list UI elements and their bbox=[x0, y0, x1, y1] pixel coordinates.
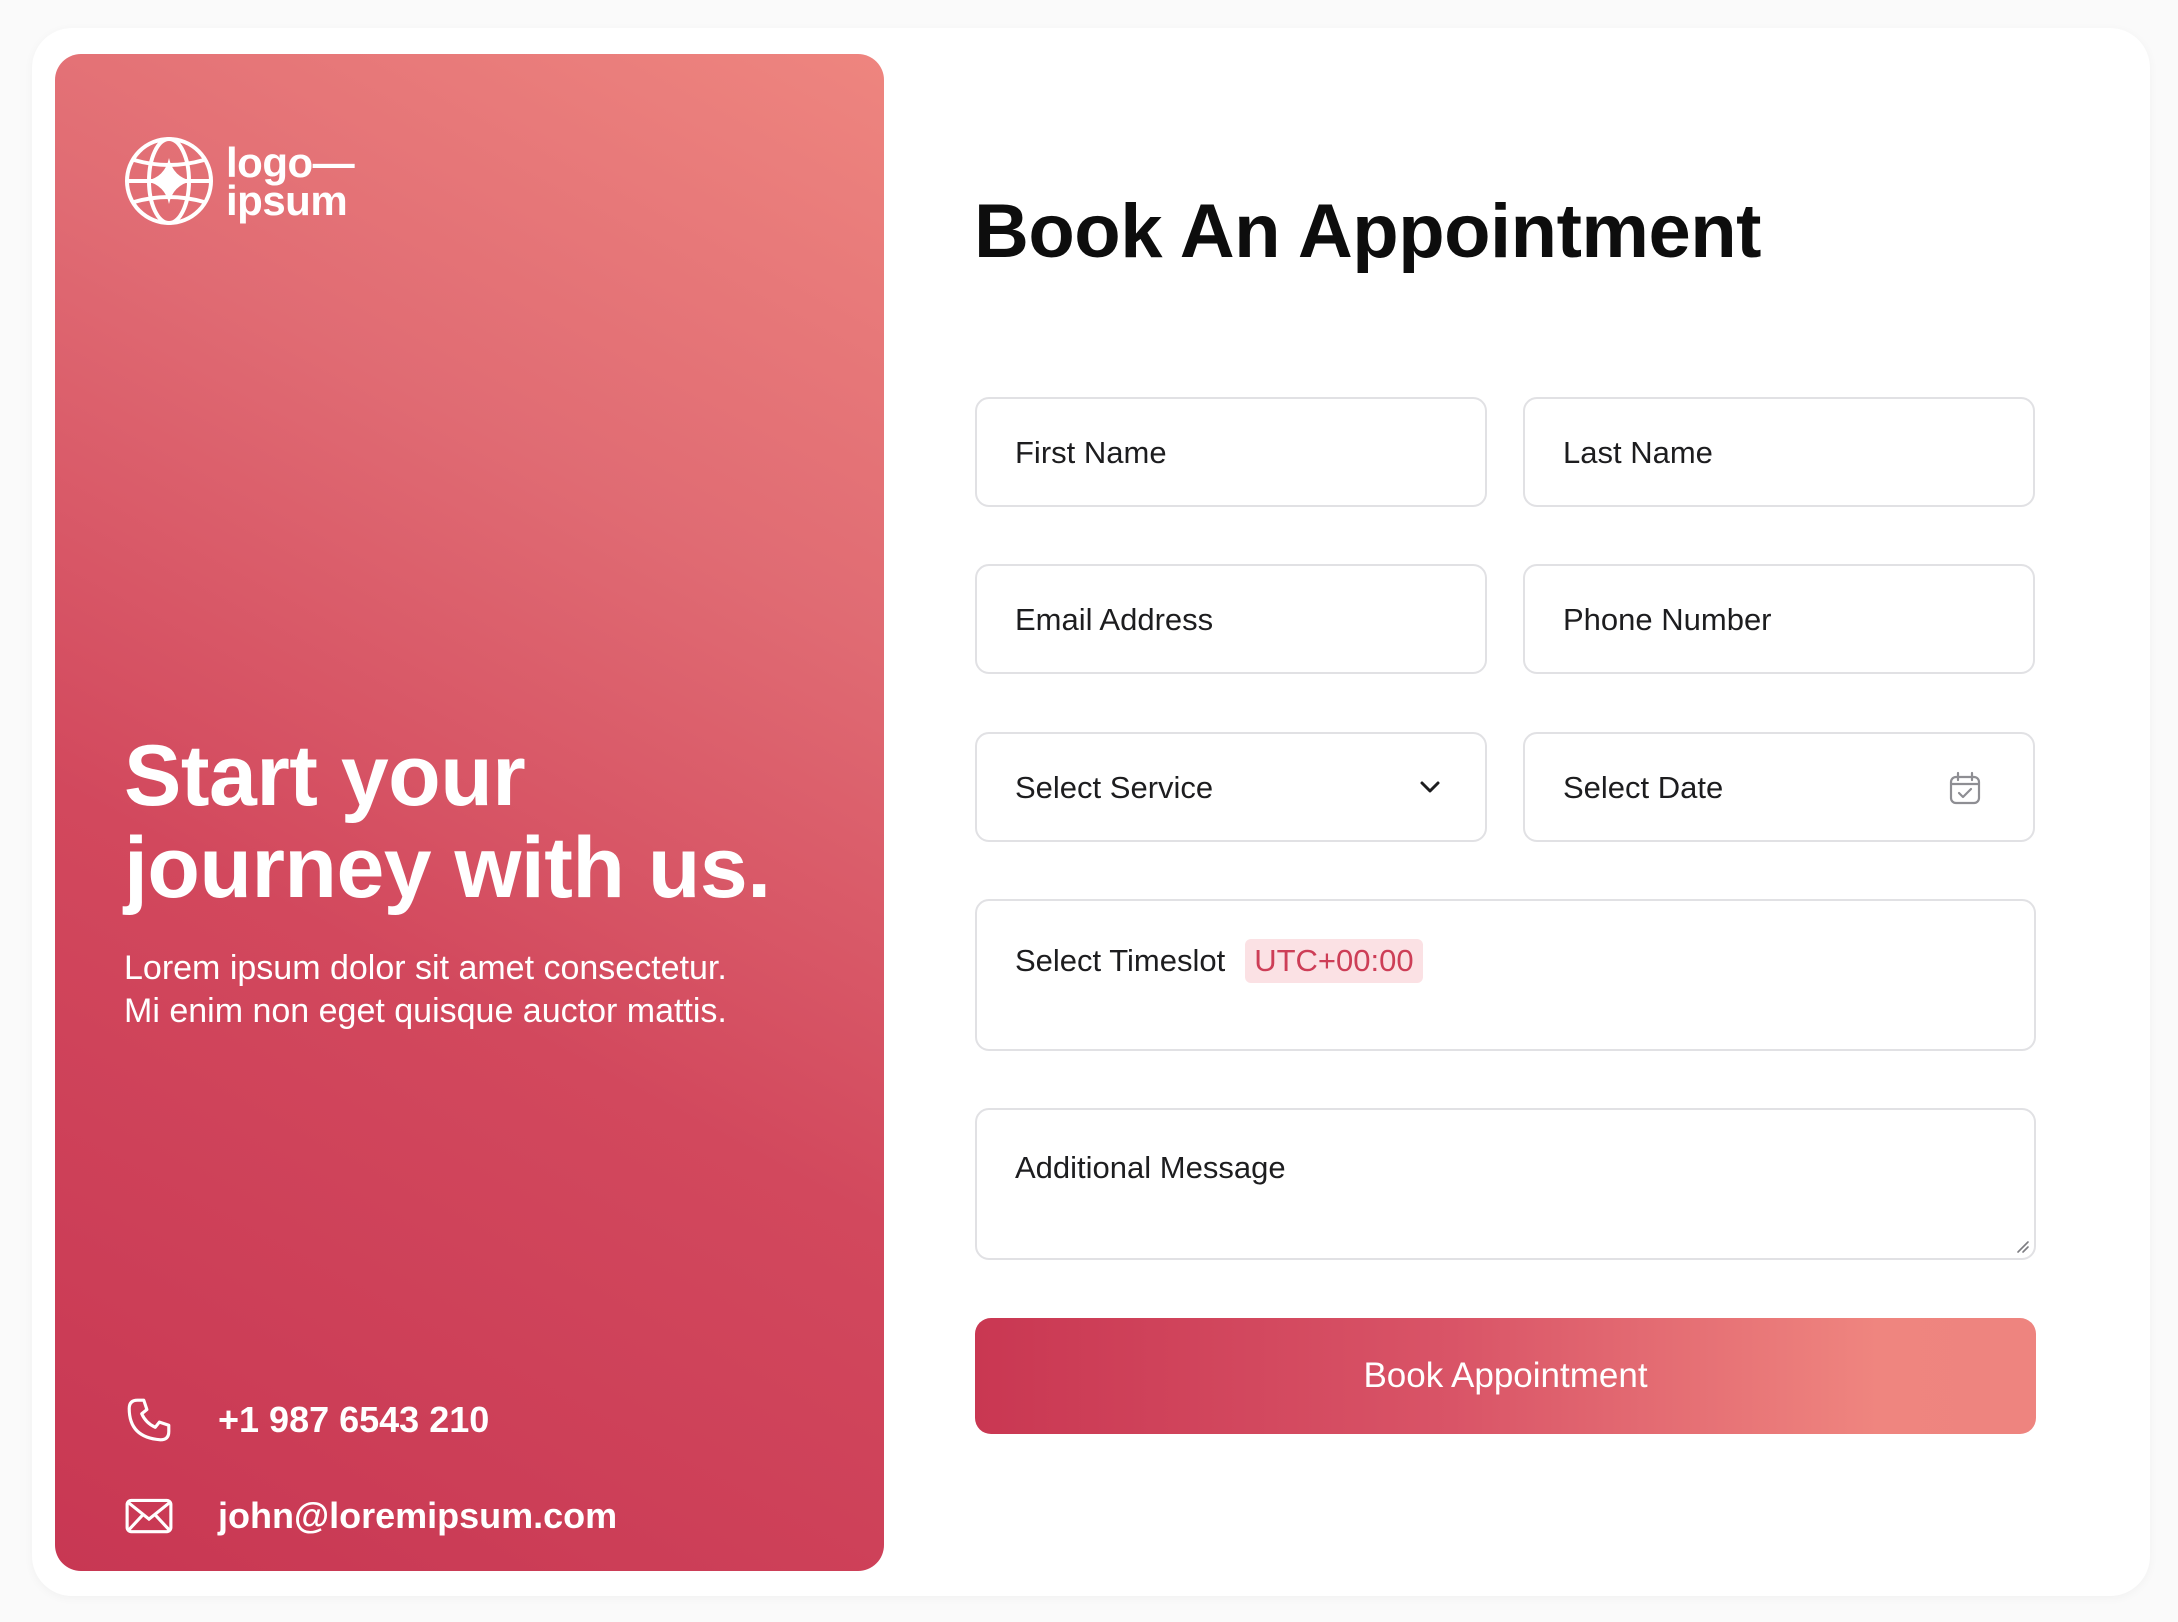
hero-subtext: Lorem ipsum dolor sit amet consectetur. … bbox=[124, 947, 844, 1033]
first-name-field[interactable]: First Name bbox=[975, 397, 1487, 507]
first-name-placeholder: First Name bbox=[1015, 435, 1167, 470]
service-select[interactable]: Select Service bbox=[975, 732, 1487, 842]
timeslot-label: Select Timeslot UTC+00:00 bbox=[1015, 939, 1423, 983]
calendar-icon[interactable] bbox=[1947, 770, 1983, 806]
date-picker[interactable]: Select Date bbox=[1523, 732, 2035, 842]
hero-subtext-line-2: Mi enim non eget quisque auctor mattis. bbox=[124, 992, 727, 1030]
phone-placeholder: Phone Number bbox=[1563, 602, 1772, 637]
mail-icon bbox=[125, 1498, 173, 1534]
service-placeholder: Select Service bbox=[1015, 770, 1214, 805]
date-placeholder: Select Date bbox=[1563, 770, 1724, 805]
form-title: Book An Appointment bbox=[974, 189, 1761, 274]
book-appointment-button[interactable]: Book Appointment bbox=[975, 1318, 2036, 1434]
email-field[interactable]: Email Address bbox=[975, 564, 1487, 674]
last-name-placeholder: Last Name bbox=[1563, 435, 1713, 470]
phone-icon bbox=[127, 1398, 171, 1442]
resize-handle-icon[interactable] bbox=[2014, 1238, 2030, 1254]
timeslot-placeholder: Select Timeslot bbox=[1015, 943, 1226, 978]
email-placeholder: Email Address bbox=[1015, 602, 1214, 637]
contact-phone[interactable]: +1 987 6543 210 bbox=[124, 1394, 489, 1446]
last-name-field[interactable]: Last Name bbox=[1523, 397, 2035, 507]
timezone-badge: UTC+00:00 bbox=[1245, 939, 1423, 983]
logo-line-2: ipsum bbox=[226, 177, 348, 224]
timeslot-field[interactable]: Select Timeslot UTC+00:00 bbox=[975, 899, 2036, 1051]
message-placeholder: Additional Message bbox=[1015, 1150, 1286, 1185]
logo-wordmark: logo— ipsum bbox=[226, 142, 355, 224]
globe-sparkle-icon bbox=[125, 137, 213, 225]
contact-email[interactable]: john@loremipsum.com bbox=[124, 1490, 617, 1542]
hero-subtext-line-1: Lorem ipsum dolor sit amet consectetur. bbox=[124, 949, 727, 987]
phone-field[interactable]: Phone Number bbox=[1523, 564, 2035, 674]
hero-panel: logo— ipsum Start your journey with us. … bbox=[55, 54, 884, 1571]
contact-email-text: john@loremipsum.com bbox=[218, 1495, 618, 1536]
brand-logo[interactable]: logo— ipsum bbox=[124, 136, 364, 232]
contact-phone-text: +1 987 6543 210 bbox=[218, 1399, 490, 1440]
chevron-down-icon bbox=[1420, 781, 1440, 793]
hero-headline: Start your journey with us. bbox=[124, 728, 771, 916]
message-textarea[interactable]: Additional Message bbox=[975, 1108, 2036, 1260]
